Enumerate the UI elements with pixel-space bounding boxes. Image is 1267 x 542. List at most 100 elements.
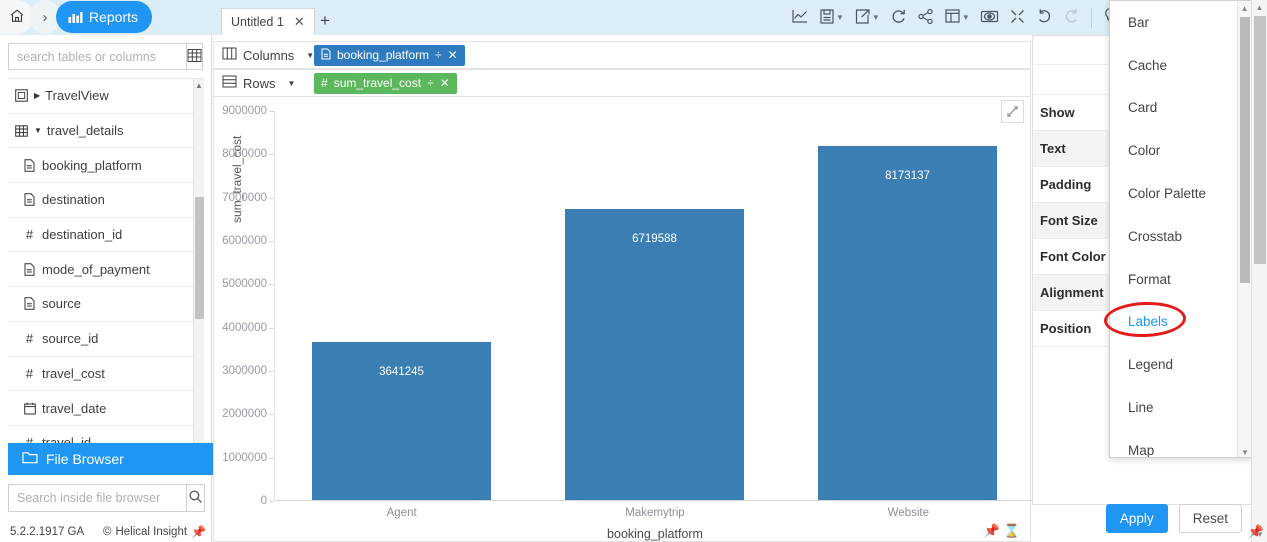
sidebar-item-file-browser[interactable]: File Browser — [8, 443, 213, 475]
pill-label: sum_travel_cost — [333, 76, 422, 90]
chevron-down-icon[interactable]: ▼ — [288, 79, 296, 88]
left-sidebar: ▶ TravelView ▼ travel_details booking_platfo… — [0, 35, 213, 542]
dropdown-item-color[interactable]: Color — [1110, 129, 1251, 172]
x-tick-label: Agent — [386, 507, 417, 519]
y-tick-label: 2000000 — [222, 408, 267, 421]
dropdown-item-legend[interactable]: Legend — [1110, 343, 1251, 386]
y-tick-mark — [269, 197, 274, 199]
tree-item-label: travel_details — [46, 123, 124, 139]
x-axis-ticks: Agent Makemytrip Website — [275, 507, 1035, 519]
dropdown-item-crosstab[interactable]: Crosstab — [1110, 215, 1251, 258]
text-field-icon — [22, 193, 37, 207]
tree-item-travel-details[interactable]: ▼ travel_details — [8, 114, 204, 149]
file-browser-search-box[interactable] — [8, 484, 205, 512]
page-scroll-thumb[interactable] — [1254, 16, 1266, 264]
tree-item-source-id[interactable]: # source_id — [8, 322, 204, 357]
copyright-label: Helical Insight — [115, 526, 188, 538]
breadcrumb-item-reports[interactable]: Reports — [56, 1, 153, 33]
tree-item-source[interactable]: source — [8, 287, 204, 322]
columns-icon — [222, 47, 237, 63]
tab-untitled-1[interactable]: Untitled 1 ✕ — [221, 8, 315, 35]
file-browser-search-input[interactable] — [9, 485, 186, 511]
bar-agent[interactable]: 3641245 — [311, 342, 492, 500]
shelf-name: Columns — [243, 47, 295, 63]
close-icon[interactable]: ✕ — [294, 14, 305, 30]
scroll-up-icon[interactable]: ▲ — [194, 79, 204, 91]
y-tick-label: 3000000 — [222, 365, 267, 377]
bar-slot: 8173137 — [781, 111, 1034, 500]
dropdown-scrollbar[interactable]: ▲ ▼ — [1237, 1, 1251, 457]
dropdown-item-line[interactable]: Line — [1110, 386, 1251, 429]
dropdown-scroll-thumb[interactable] — [1240, 17, 1250, 283]
y-tick-label: 7000000 — [222, 191, 267, 204]
tree-item-TravelView[interactable]: ▶ TravelView — [8, 79, 204, 114]
y-tick-label: 4000000 — [222, 321, 267, 334]
view-icon — [14, 89, 29, 103]
x-axis-line — [274, 500, 1034, 501]
pin-icon[interactable]: 📌 — [984, 523, 1000, 539]
bar-website[interactable]: 8173137 — [817, 145, 998, 500]
pill-remove-icon[interactable]: ✕ — [440, 76, 450, 90]
bar-slot: 3641245 — [275, 111, 528, 500]
table-search-box[interactable] — [8, 43, 203, 70]
tree-item-destination[interactable]: destination — [8, 183, 204, 218]
y-tick-mark — [269, 327, 274, 329]
field-pill-booking-platform[interactable]: booking_platform ÷ ✕ — [314, 44, 465, 66]
dropdown-item-format[interactable]: Format — [1110, 258, 1251, 301]
number-field-icon: # — [25, 365, 34, 381]
expander-icon[interactable]: ▼ — [34, 126, 42, 135]
tree-item-destination-id[interactable]: # destination_id — [8, 218, 204, 253]
expander-icon[interactable]: ▶ — [34, 91, 40, 100]
tree-item-label: TravelView — [45, 88, 109, 104]
field-pill-sum-travel-cost[interactable]: # sum_travel_cost ÷ ✕ — [314, 72, 457, 94]
dropdown-item-card[interactable]: Card — [1110, 87, 1251, 130]
search-icon — [188, 489, 203, 507]
x-tick-label: Makemytrip — [625, 507, 685, 519]
y-tick-mark — [269, 241, 274, 242]
reset-button[interactable]: Reset — [1178, 504, 1242, 533]
breadcrumb-home-button[interactable] — [0, 0, 34, 34]
folder-icon — [22, 451, 38, 467]
number-field-icon: # — [321, 76, 328, 90]
add-tab-button[interactable]: + — [320, 11, 330, 31]
search-icon-button[interactable] — [186, 485, 204, 511]
dropdown-items: Bar Cache Card Color Color Palette Crosstab Fo… — [1110, 1, 1251, 457]
y-tick-label: 8000000 — [222, 148, 267, 161]
dropdown-item-labels[interactable]: Labels — [1110, 301, 1251, 344]
tree-item-travel-cost[interactable]: # travel_cost — [8, 357, 204, 392]
bar-makemytrip[interactable]: 6719588 — [564, 208, 745, 500]
apply-button[interactable]: Apply — [1105, 504, 1168, 533]
table-tree: ▶ TravelView ▼ travel_details booking_platfo… — [8, 78, 204, 463]
y-tick-mark — [269, 111, 274, 112]
pin-icon[interactable]: 📌 — [191, 525, 206, 539]
dropdown-item-map[interactable]: Map — [1110, 429, 1251, 457]
tree-item-mode-of-payment[interactable]: mode_of_payment — [8, 252, 204, 288]
pill-menu-icon[interactable]: ÷ — [427, 76, 434, 90]
caret-up-icon[interactable]: ▲ — [1238, 1, 1251, 15]
scroll-up-icon[interactable]: ▲ — [1252, 0, 1267, 15]
caret-down-icon[interactable]: ▼ — [1238, 445, 1251, 457]
pill-menu-icon[interactable]: ÷ — [435, 48, 442, 62]
tree-scroll-thumb[interactable] — [195, 197, 204, 319]
hourglass-icon[interactable]: ⌛ — [1004, 523, 1020, 539]
dropdown-item-bar[interactable]: Bar — [1110, 1, 1251, 44]
pill-remove-icon[interactable]: ✕ — [448, 48, 458, 62]
tree-scrollbar[interactable]: ▲ ▼ — [193, 79, 204, 463]
table-icon — [14, 124, 29, 137]
columns-shelf-label: Columns ▼ — [214, 47, 314, 63]
tree-item-travel-date[interactable]: travel_date — [8, 391, 204, 426]
page-scrollbar[interactable]: ▲ ▼ — [1251, 0, 1267, 542]
table-grid-icon-button[interactable] — [186, 44, 202, 69]
text-field-icon — [321, 48, 331, 63]
y-tick-mark — [269, 371, 274, 372]
y-tick-label: 6000000 — [222, 235, 267, 247]
dropdown-item-color-palette[interactable]: Color Palette — [1110, 172, 1251, 215]
tree-item-booking-platform[interactable]: booking_platform — [8, 148, 204, 184]
y-tick-mark — [269, 501, 274, 502]
dropdown-item-cache[interactable]: Cache — [1110, 44, 1251, 87]
y-tick-label: 5000000 — [222, 278, 267, 291]
number-field-icon: # — [25, 331, 34, 347]
bar-value-label: 6719588 — [632, 232, 677, 245]
pin-icon[interactable]: 📌 — [1248, 524, 1264, 540]
search-input[interactable] — [9, 44, 186, 69]
